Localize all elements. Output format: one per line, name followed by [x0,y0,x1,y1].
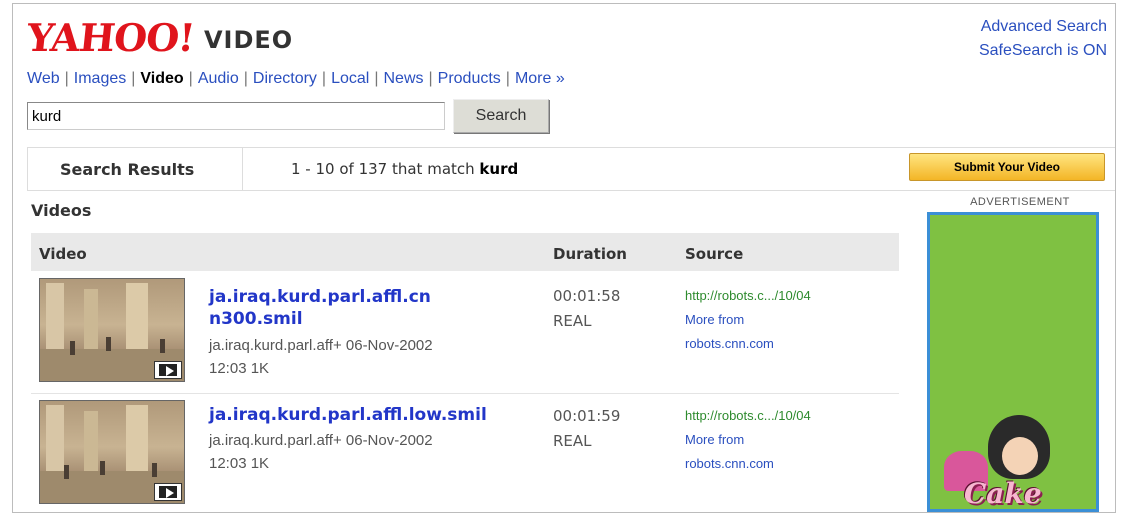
duration-value: 00:01:59 [553,407,621,425]
safesearch-link[interactable]: SafeSearch is ON [979,39,1107,63]
yahoo-logo-text: YAHOO! [24,15,197,60]
video-title-link[interactable]: ja.iraq.kurd.parl.affl.cn n300.smil [209,286,431,330]
nav-separator: | [321,70,327,87]
results-table-header: Video Duration Source [31,233,899,271]
nav-separator: | [428,70,433,87]
more-from-link[interactable]: More from [685,308,811,332]
video-meta-line: ja.iraq.kurd.parl.aff+ 06-Nov-2002 [209,337,433,354]
videos-section-title: Videos [31,201,92,220]
results-bar: Search Results 1 - 10 of 137 that match … [27,147,1115,191]
nav-separator: | [131,70,136,87]
thumbnail-scene [46,405,64,475]
results-count: 1 - 10 of 137 that match kurd [291,160,518,178]
top-links: Advanced Search SafeSearch is ON [979,15,1107,63]
nav-directory[interactable]: Directory [253,70,317,87]
video-result-row: ja.iraq.kurd.parl.affl.cn n300.smil ja.i… [31,272,899,392]
submit-video-button[interactable]: Submit Your Video [909,153,1105,181]
thumbnail-scene [46,283,64,353]
video-meta-line: ja.iraq.kurd.parl.aff+ 06-Nov-2002 [209,432,433,449]
video-title-line: n300.smil [209,309,303,329]
nav-products[interactable]: Products [438,70,501,87]
nav-separator: | [64,70,69,87]
thumbnail-scene [100,461,105,475]
nav-news[interactable]: News [383,70,423,87]
video-source: http://robots.c.../10/04 More from robot… [685,404,811,476]
nav-local[interactable]: Local [331,70,369,87]
column-header-duration: Duration [553,245,627,263]
duration-value: 00:01:58 [553,287,621,305]
nav-audio[interactable]: Audio [198,70,239,87]
source-url: http://robots.c.../10/04 [685,408,811,423]
thumbnail-scene [126,405,148,479]
search-results-tab: Search Results [27,148,243,190]
video-logo-text: VIDEO [203,26,294,54]
thumbnail-scene [84,289,98,349]
nav-video-current: Video [140,70,184,87]
video-title-line: ja.iraq.kurd.parl.affl.cn [209,287,431,307]
video-meta: ja.iraq.kurd.parl.aff+ 06-Nov-2002 12:03… [209,334,433,380]
video-duration: 00:01:58 REAL [553,284,620,334]
source-domain-link[interactable]: robots.cnn.com [685,332,811,356]
thumbnail-scene [84,411,98,471]
advertisement-banner[interactable]: Cake [927,212,1099,512]
yahoo-video-logo[interactable]: YAHOO! VIDEO [24,15,294,60]
play-icon [154,483,182,501]
nav-more[interactable]: More » [515,70,565,87]
video-thumbnail[interactable] [39,400,185,504]
results-query: kurd [479,160,519,178]
thumbnail-scene [64,465,69,479]
video-thumbnail[interactable] [39,278,185,382]
nav-separator: | [374,70,379,87]
thumbnail-scene [152,463,157,477]
thumbnail-scene [126,283,148,357]
nav-images[interactable]: Images [74,70,126,87]
video-title-link[interactable]: ja.iraq.kurd.parl.affl.low.smil [209,404,487,426]
page-frame: YAHOO! VIDEO Advanced Search SafeSearch … [12,3,1116,513]
search-input[interactable] [27,102,445,130]
column-header-source: Source [685,245,744,263]
video-meta-line: 12:03 1K [209,360,270,377]
video-format: REAL [553,312,592,330]
video-meta-line: 12:03 1K [209,455,270,472]
video-duration: 00:01:59 REAL [553,404,620,454]
more-from-link[interactable]: More from [685,428,811,452]
advertisement-label: ADVERTISEMENT [970,196,1070,208]
video-result-row: ja.iraq.kurd.parl.affl.low.smil ja.iraq.… [31,394,899,512]
play-icon [154,361,182,379]
nav-separator: | [505,70,510,87]
video-source: http://robots.c.../10/04 More from robot… [685,284,811,356]
thumbnail-scene [160,339,165,353]
vertical-nav: Web | Images | Video | Audio | Directory | Local | N… [27,70,565,88]
video-format: REAL [553,432,592,450]
source-domain-link[interactable]: robots.cnn.com [685,452,811,476]
thumbnail-scene [70,341,75,355]
column-header-video: Video [39,245,87,263]
nav-separator: | [188,70,193,87]
video-meta: ja.iraq.kurd.parl.aff+ 06-Nov-2002 12:03… [209,429,433,475]
search-button[interactable]: Search [453,99,549,133]
ad-character-face [1002,437,1038,475]
thumbnail-scene [106,337,111,351]
nav-separator: | [243,70,248,87]
results-count-text: 1 - 10 of 137 that match [291,160,475,178]
nav-web[interactable]: Web [27,70,60,87]
source-url: http://robots.c.../10/04 [685,288,811,303]
advanced-search-link[interactable]: Advanced Search [979,15,1107,39]
ad-game-logo: Cake [964,477,1042,510]
